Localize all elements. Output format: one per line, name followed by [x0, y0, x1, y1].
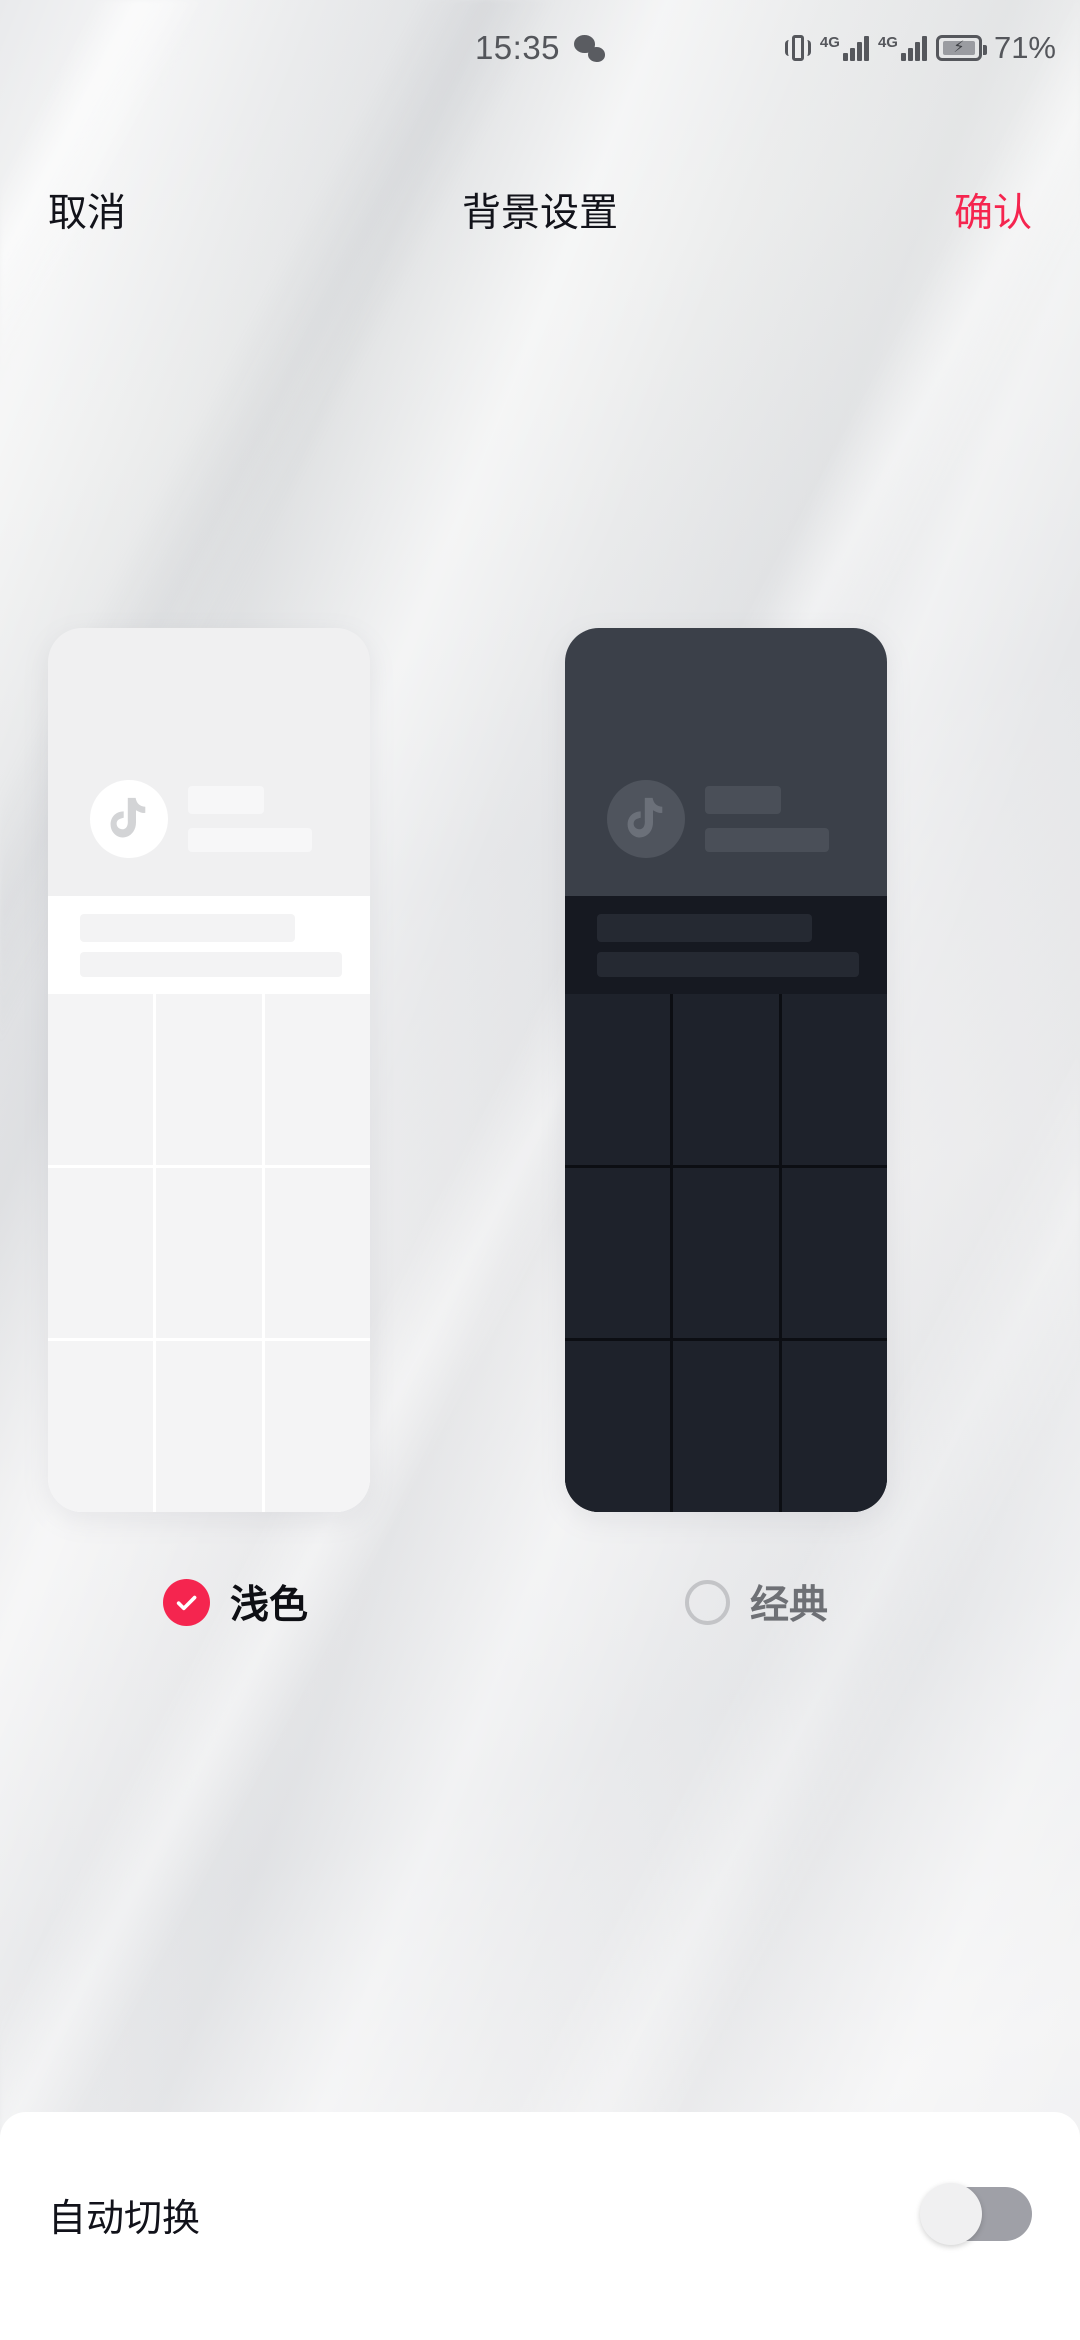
theme-preview-dark[interactable]: [565, 628, 887, 1512]
grid-cell: [264, 1167, 370, 1339]
sim2-network-label: 4G: [877, 34, 898, 51]
toggle-knob: [920, 2183, 982, 2245]
sim1-network-label: 4G: [819, 34, 840, 51]
grid-cell: [156, 1341, 262, 1512]
battery-percent-label: 71%: [993, 30, 1056, 65]
avatar: [90, 780, 168, 858]
grid-cell: [781, 1341, 887, 1512]
status-time: 15:35: [474, 29, 561, 66]
grid-cell: [565, 1167, 671, 1339]
placeholder-text-bar: [597, 952, 859, 977]
preview-grid-light: [48, 994, 370, 1512]
confirm-button[interactable]: 确认: [954, 182, 1032, 238]
grid-cell: [673, 994, 779, 1165]
placeholder-subtitle-bar: [188, 828, 312, 852]
preview-header-light: [48, 628, 370, 896]
grid-cell: [48, 1341, 154, 1512]
radio-empty-icon[interactable]: [685, 1579, 730, 1625]
sim1-signal-icon: 4G: [820, 35, 869, 61]
theme-option-dark[interactable]: 经典: [685, 1574, 828, 1630]
grid-cell: [264, 994, 370, 1165]
grid-cell: [48, 1167, 154, 1339]
grid-cell: [673, 1167, 779, 1339]
avatar: [607, 780, 685, 858]
preview-content-band-light: [48, 896, 370, 994]
battery-charging-icon: ⚡: [935, 35, 987, 61]
theme-preview-light[interactable]: [48, 628, 370, 1512]
wechat-icon: [574, 34, 606, 62]
sim2-bars: [900, 35, 927, 61]
bottom-sheet: 自动切换: [0, 2112, 1080, 2340]
grid-cell: [156, 1167, 262, 1339]
placeholder-text-bar: [597, 914, 812, 942]
theme-option-light-label: 浅色: [230, 1584, 309, 1627]
auto-switch-label: 自动切换: [48, 2197, 201, 2240]
placeholder-name-bar: [188, 786, 264, 814]
sim2-signal-icon: 4G: [878, 35, 927, 61]
check-glyph: [176, 1595, 197, 1610]
grid-cell: [48, 994, 154, 1165]
sim1-bars: [842, 35, 869, 61]
nav-bar: 取消 背景设置 确认: [0, 170, 1080, 250]
theme-option-light[interactable]: 浅色: [163, 1574, 308, 1630]
placeholder-subtitle-bar: [705, 828, 829, 852]
check-circle-filled-icon[interactable]: [163, 1578, 210, 1626]
theme-option-row: 浅色 经典: [0, 1560, 1080, 1670]
preview-header-dark: [565, 628, 887, 896]
preview-content-band-dark: [565, 896, 887, 994]
page-title: 背景设置: [461, 192, 618, 235]
placeholder-text-bar: [80, 952, 342, 977]
grid-cell: [781, 1167, 887, 1339]
grid-cell: [781, 994, 887, 1165]
douyin-note-icon: [627, 797, 663, 838]
preview-grid-dark: [565, 994, 887, 1512]
douyin-note-icon: [110, 797, 146, 838]
grid-cell: [156, 994, 262, 1165]
grid-cell: [673, 1341, 779, 1512]
theme-option-dark-label: 经典: [750, 1584, 829, 1627]
vibrate-icon: [784, 33, 811, 63]
grid-cell: [565, 994, 671, 1165]
theme-preview-area: [0, 628, 1080, 1512]
placeholder-text-bar: [80, 914, 295, 942]
status-bar: 15:35 4G 4G ⚡ 71%: [0, 0, 1080, 96]
grid-cell: [565, 1341, 671, 1512]
auto-switch-toggle[interactable]: [920, 2183, 1032, 2245]
placeholder-name-bar: [705, 786, 781, 814]
grid-cell: [264, 1341, 370, 1512]
status-bar-right: 4G 4G ⚡ 71%: [784, 0, 1056, 96]
